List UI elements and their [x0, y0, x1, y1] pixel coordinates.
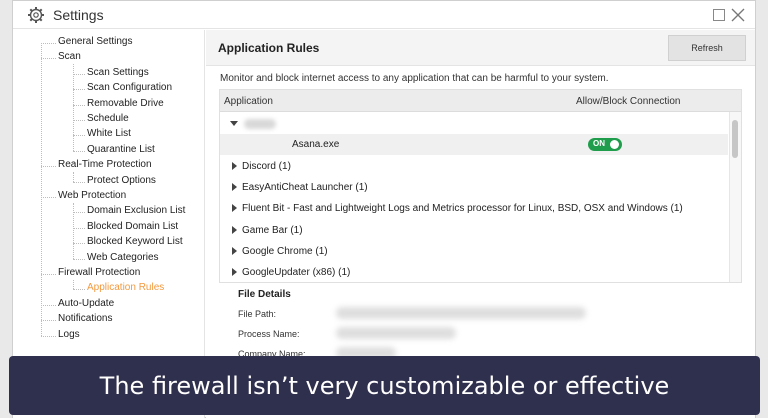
tree-connector: [73, 120, 85, 121]
title-bar: Settings: [13, 1, 755, 29]
tree-connector: [73, 181, 85, 183]
window-title: Settings: [53, 7, 104, 23]
column-application[interactable]: Application: [224, 96, 273, 107]
tree-connector: [41, 58, 56, 60]
tree-connector: [41, 197, 56, 198]
chevron-right-icon[interactable]: [232, 225, 237, 234]
table-row[interactable]: [220, 113, 728, 134]
sidebar-item-removable-drive[interactable]: Removable Drive: [87, 98, 164, 109]
table-row[interactable]: GoogleUpdater (x86) (1): [220, 262, 728, 282]
tree-connector: [73, 289, 85, 291]
chevron-right-icon[interactable]: [232, 246, 237, 255]
sidebar-item-scan[interactable]: Scan: [58, 51, 81, 62]
app-name: Discord (1): [242, 160, 291, 172]
tree-connector: [73, 150, 85, 152]
tree-connector: [41, 274, 56, 275]
caption-text: The firewall isn’t very customizable or …: [99, 371, 670, 400]
sidebar-item-blocked-domain-list[interactable]: Blocked Domain List: [87, 221, 178, 232]
sidebar-item-protect-options[interactable]: Protect Options: [87, 175, 156, 186]
table-row-selected[interactable]: Asana.exe ON: [220, 134, 728, 156]
sidebar-item-scan-configuration[interactable]: Scan Configuration: [87, 82, 172, 93]
file-path-label: File Path:: [238, 309, 277, 319]
chevron-down-icon[interactable]: [230, 121, 238, 126]
file-path-value-redacted: [336, 307, 586, 319]
sidebar-item-web-protection[interactable]: Web Protection: [58, 190, 126, 201]
page-title: Application Rules: [218, 41, 320, 55]
tree-connector: [41, 166, 56, 168]
tree-connector: [41, 320, 56, 322]
close-icon[interactable]: [731, 8, 745, 22]
tree-branch-line: [73, 280, 74, 290]
tree-connector: [41, 335, 56, 337]
sidebar-item-application-rules[interactable]: Application Rules: [87, 282, 164, 293]
chevron-right-icon[interactable]: [232, 161, 237, 170]
sidebar-item-domain-exclusion-list[interactable]: Domain Exclusion List: [87, 205, 185, 216]
tree-connector: [73, 258, 85, 260]
table-row[interactable]: Fluent Bit - Fast and Lightweight Logs a…: [220, 198, 728, 219]
toggle-state-label: ON: [593, 139, 605, 149]
sidebar-item-real-time-protection[interactable]: Real-Time Protection: [58, 159, 152, 170]
panel-header: Application Rules Refresh: [206, 30, 755, 66]
tree-connector: [41, 304, 56, 306]
table-row[interactable]: Discord (1): [220, 156, 728, 177]
sidebar-item-auto-update[interactable]: Auto-Update: [58, 298, 114, 309]
tree-branch-line: [73, 203, 74, 259]
sidebar-item-schedule[interactable]: Schedule: [87, 113, 129, 124]
app-name: Game Bar (1): [242, 224, 303, 236]
maximize-icon[interactable]: [713, 9, 725, 21]
caption-banner: The firewall isn’t very customizable or …: [9, 356, 760, 415]
sidebar-item-web-categories[interactable]: Web Categories: [87, 252, 159, 263]
tree-branch-line: [73, 172, 74, 182]
sidebar-item-white-list[interactable]: White List: [87, 128, 131, 139]
table-row[interactable]: EasyAntiCheat Launcher (1): [220, 177, 728, 198]
gear-icon: [28, 7, 44, 23]
chevron-right-icon[interactable]: [232, 182, 237, 191]
app-name: Asana.exe: [292, 139, 340, 151]
process-name-value-redacted: [336, 327, 456, 339]
app-name: GoogleUpdater (x86) (1): [242, 267, 351, 279]
process-name-label: Process Name:: [238, 329, 300, 339]
tree-connector: [73, 104, 85, 106]
refresh-button[interactable]: Refresh: [668, 35, 746, 61]
sidebar-item-scan-settings[interactable]: Scan Settings: [87, 67, 149, 78]
allow-toggle[interactable]: ON: [588, 138, 622, 152]
chevron-right-icon[interactable]: [232, 204, 237, 213]
file-details-title: File Details: [238, 289, 291, 300]
toggle-knob: [610, 140, 619, 150]
scroll-thumb[interactable]: [732, 120, 738, 158]
tree-connector: [73, 135, 85, 137]
tree-connector: [73, 89, 85, 91]
tree-connector: [73, 243, 85, 245]
tree-connector: [73, 73, 85, 75]
description: Monitor and block internet access to any…: [220, 73, 609, 84]
sidebar-item-general-settings[interactable]: General Settings: [58, 36, 133, 47]
app-name: Fluent Bit - Fast and Lightweight Logs a…: [242, 203, 683, 215]
redacted-app-name: [244, 119, 276, 129]
sidebar-item-blocked-keyword-list[interactable]: Blocked Keyword List: [87, 236, 183, 247]
sidebar-item-notifications[interactable]: Notifications: [58, 313, 112, 324]
sidebar-item-firewall-protection[interactable]: Firewall Protection: [58, 267, 140, 278]
tree-branch-line: [73, 64, 74, 151]
table-header: Application Allow/Block Connection: [220, 90, 741, 112]
tree-root-line: [41, 43, 42, 336]
table-row[interactable]: Game Bar (1): [220, 220, 728, 241]
tree-connector: [73, 227, 85, 229]
table-row[interactable]: Google Chrome (1): [220, 241, 728, 262]
sidebar-item-logs[interactable]: Logs: [58, 329, 80, 340]
sidebar-item-quarantine-list[interactable]: Quarantine List: [87, 144, 155, 155]
table-scrollbar[interactable]: [729, 112, 741, 282]
app-name: EasyAntiCheat Launcher (1): [242, 181, 368, 193]
application-rules-table: Application Allow/Block Connection Asana…: [219, 89, 742, 283]
app-name: Google Chrome (1): [242, 245, 328, 257]
tree-connector: [73, 212, 85, 214]
tree-connector: [41, 43, 56, 44]
column-allow-block[interactable]: Allow/Block Connection: [576, 96, 681, 107]
chevron-right-icon[interactable]: [232, 268, 237, 277]
